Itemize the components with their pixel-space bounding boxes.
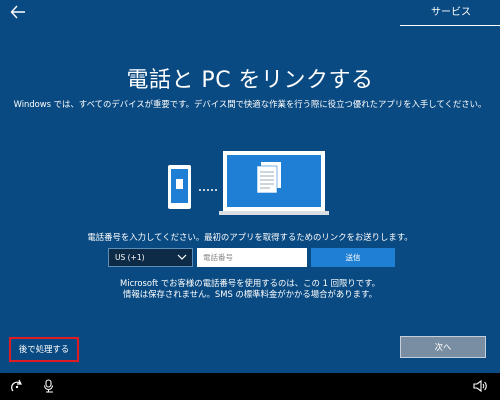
phone-instruction: 電話番号を入力してください。最初のアプリを取得するためのリンクをお送りします。 — [87, 232, 413, 242]
microphone-icon[interactable] — [42, 379, 56, 393]
privacy-notice: Microsoft でお客様の電話番号を使用するのは、この 1 回限りです。 情… — [0, 278, 500, 300]
connection-dots — [199, 189, 217, 191]
tab-services[interactable]: サービス — [402, 0, 500, 26]
accessibility-icon[interactable] — [10, 379, 24, 393]
laptop-base — [219, 211, 329, 215]
top-bar: サービス — [0, 0, 500, 26]
page-subtitle: Windows では、すべてのデバイスが重要です。デバイス間で快適な作業を行う際… — [13, 99, 487, 109]
privacy-line-1: Microsoft でお客様の電話番号を使用するのは、この 1 回限りです。 — [120, 278, 380, 288]
arrow-left-icon[interactable] — [9, 3, 27, 21]
country-code-select[interactable]: US (+1) — [108, 248, 193, 267]
next-button[interactable]: 次へ — [400, 336, 486, 358]
send-button[interactable]: 送信 — [311, 248, 395, 267]
do-it-later-button[interactable]: 後で処理する — [9, 337, 79, 362]
phone-pc-illustration — [168, 151, 329, 215]
phone-number-input[interactable] — [197, 248, 307, 267]
taskbar — [0, 373, 500, 400]
page-title: 電話と PC をリンクする — [126, 68, 374, 93]
phone-document-icon — [176, 179, 183, 189]
country-code-value: US (+1) — [115, 253, 145, 262]
privacy-line-2: 情報は保存されません。SMS の標準料金がかかる場合があります。 — [123, 289, 377, 299]
chevron-down-icon — [177, 254, 187, 260]
tab-underline — [400, 25, 500, 26]
volume-icon[interactable] — [473, 379, 487, 393]
